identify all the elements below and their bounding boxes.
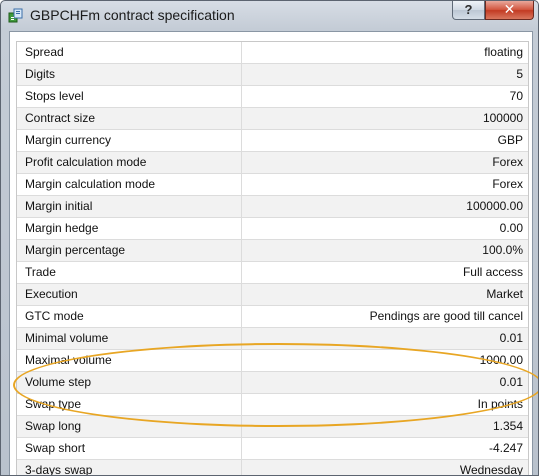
table-row[interactable]: Margin hedge 0.00: [17, 218, 528, 240]
row-label: Swap type: [17, 394, 242, 415]
row-value: 5: [516, 67, 523, 81]
table-row[interactable]: 3-days swap Wednesday: [17, 460, 528, 476]
row-value: 1000.00: [479, 353, 523, 367]
row-value: 0.01: [499, 375, 523, 389]
row-label: Contract size: [17, 108, 242, 129]
help-button[interactable]: ?: [452, 1, 485, 20]
table-row[interactable]: Stops level 70: [17, 86, 528, 108]
row-value: In points: [477, 397, 523, 411]
row-label: Execution: [17, 284, 242, 305]
row-value: 70: [509, 89, 523, 103]
dialog-content: Spread floating Digits 5 Stops level 70 Contra…: [9, 31, 538, 476]
row-label: Margin initial: [17, 196, 242, 217]
row-label: GTC mode: [17, 306, 242, 327]
row-label: Volume step: [17, 372, 242, 393]
row-label: Digits: [17, 64, 242, 85]
table-row[interactable]: Margin currency GBP: [17, 130, 528, 152]
table-row[interactable]: Contract size 100000: [17, 108, 528, 130]
table-row[interactable]: Execution Market: [17, 284, 528, 306]
row-label: Stops level: [17, 86, 242, 107]
row-label: Margin percentage: [17, 240, 242, 261]
row-value: 100.0%: [482, 243, 523, 257]
close-icon: ✕: [503, 1, 516, 17]
row-label: Maximal volume: [17, 350, 242, 371]
row-label: Swap short: [17, 438, 242, 459]
table-row[interactable]: Digits 5: [17, 64, 528, 86]
row-label: Trade: [17, 262, 242, 283]
close-button[interactable]: ✕: [485, 1, 534, 20]
title-bar[interactable]: GBPCHFm contract specification ? ✕: [1, 1, 538, 31]
row-label: Margin currency: [17, 130, 242, 151]
table-row[interactable]: Margin percentage 100.0%: [17, 240, 528, 262]
row-value: Market: [486, 287, 523, 301]
table-row[interactable]: GTC mode Pendings are good till cancel: [17, 306, 528, 328]
app-icon: [8, 8, 23, 23]
row-label: Swap long: [17, 416, 242, 437]
row-value: Wednesday: [459, 463, 523, 476]
table-row[interactable]: Profit calculation mode Forex: [17, 152, 528, 174]
row-label: Margin calculation mode: [17, 174, 242, 195]
spec-table: Spread floating Digits 5 Stops level 70 Contra…: [16, 41, 529, 476]
table-row[interactable]: Swap type In points: [17, 394, 528, 416]
row-value: -4.247: [488, 441, 523, 455]
table-row[interactable]: Trade Full access: [17, 262, 528, 284]
table-row[interactable]: Minimal volume 0.01: [17, 328, 528, 350]
table-row[interactable]: Swap long 1.354: [17, 416, 528, 438]
row-value: 0.00: [499, 221, 523, 235]
row-value: Forex: [492, 155, 523, 169]
row-value: 100000.00: [466, 199, 523, 213]
row-value: 1.354: [492, 419, 523, 433]
table-row[interactable]: Margin calculation mode Forex: [17, 174, 528, 196]
table-row[interactable]: Margin initial 100000.00: [17, 196, 528, 218]
row-value: Full access: [462, 265, 523, 279]
table-row[interactable]: Spread floating: [17, 42, 528, 64]
row-label: Spread: [17, 42, 242, 63]
row-value: 100000: [482, 111, 523, 125]
row-value: Forex: [492, 177, 523, 191]
row-label: Minimal volume: [17, 328, 242, 349]
row-value: GBP: [497, 133, 523, 147]
row-value: Pendings are good till cancel: [369, 309, 523, 323]
row-value: 0.01: [499, 331, 523, 345]
row-label: 3-days swap: [17, 460, 242, 475]
table-row[interactable]: Volume step 0.01: [17, 372, 528, 394]
table-row[interactable]: Maximal volume 1000.00: [17, 350, 528, 372]
table-row[interactable]: Swap short -4.247: [17, 438, 528, 460]
contract-spec-window: GBPCHFm contract specification ? ✕ Sprea…: [0, 0, 539, 476]
window-title: GBPCHFm contract specification: [30, 7, 235, 23]
row-label: Margin hedge: [17, 218, 242, 239]
row-label: Profit calculation mode: [17, 152, 242, 173]
row-value: floating: [484, 45, 523, 59]
